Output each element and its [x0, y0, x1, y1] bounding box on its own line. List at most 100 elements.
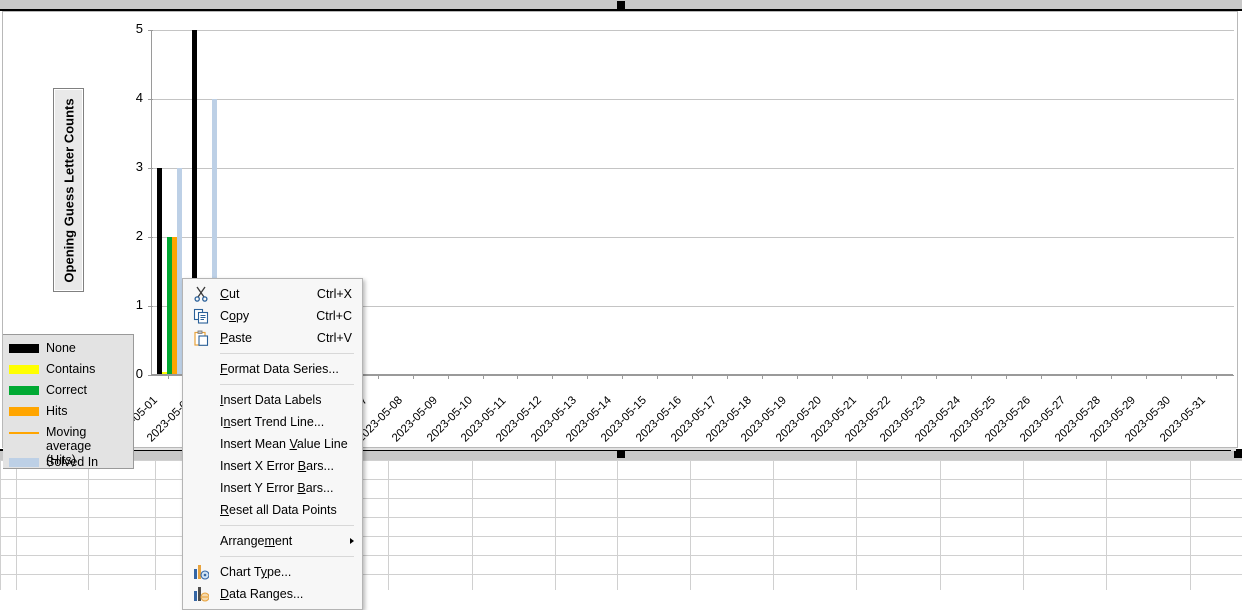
menu-separator [220, 353, 354, 354]
menu-item-shortcut: Ctrl+V [316, 331, 352, 345]
menu-item-label: Insert Y Error Bars... [220, 481, 334, 495]
legend-item-hits[interactable]: Hits [9, 403, 133, 424]
legend-item-moving-average-hits[interactable]: Moving average (Hits) [9, 424, 133, 467]
x-tick-mark-2023-05-25 [1006, 374, 1008, 379]
menu-item-insert-data-labels[interactable]: Insert Data Labels [183, 389, 362, 411]
menu-separator [220, 384, 354, 385]
menu-item-label: Reset all Data Points [220, 503, 337, 517]
x-tick-mark-2023-05-17 [726, 374, 728, 379]
menu-item-shortcut: Ctrl+X [316, 287, 352, 301]
menu-item-insert-mean-value-line[interactable]: Insert Mean Value Line [183, 433, 362, 455]
y-axis-title[interactable]: Opening Guess Letter Counts [53, 88, 84, 292]
x-tick-mark-2023-05-24 [971, 374, 973, 379]
x-tick-mark-2023-05-08 [412, 374, 414, 379]
menu-item-label: Format Data Series... [220, 362, 339, 376]
x-tick-mark-2023-05-10 [482, 374, 484, 379]
x-tick-mark-2023-05-09 [447, 374, 449, 379]
x-tick-mark-2023-05-28 [1110, 374, 1112, 379]
x-tick-mark-2023-05-01 [168, 374, 170, 379]
legend-label: Contains [46, 362, 96, 376]
x-tick-mark-2023-05-20 [831, 374, 833, 379]
data-ranges-icon [193, 586, 210, 603]
legend-key-solved-in-icon [9, 458, 39, 467]
y-axis-title-label: Opening Guess Letter Counts [61, 98, 77, 283]
x-tick-mark-2023-05-14 [622, 374, 624, 379]
y-tick-mark-4 [148, 99, 153, 100]
menu-item-arrangement[interactable]: Arrangement [183, 530, 362, 552]
legend-key-hits-icon [9, 407, 39, 416]
x-tick-mark-2023-05-16 [692, 374, 693, 379]
legend-item-contains[interactable]: Contains [9, 361, 133, 382]
menu-item-label: Insert Mean Value Line [220, 437, 348, 451]
y-tick-mark-5 [148, 30, 153, 31]
legend-item-none[interactable]: None [9, 340, 133, 361]
x-tick-mark-2023-05-12 [552, 374, 554, 379]
x-tick-mark-2023-05-29 [1145, 374, 1147, 379]
y-tick-label-5: 5 [135, 21, 143, 36]
legend-label: None [46, 341, 76, 355]
menu-item-reset-all-data-points[interactable]: Reset all Data Points [183, 499, 362, 521]
menu-separator [220, 525, 354, 526]
gridline-y-4 [152, 99, 1234, 100]
menu-item-paste[interactable]: Paste Ctrl+V [183, 327, 362, 349]
menu-item-label: Data Ranges... [220, 587, 304, 601]
y-tick-label-1: 1 [135, 297, 143, 312]
menu-item-label: Paste [220, 331, 252, 345]
chart-legend[interactable]: None Contains Correct Hits Moving average (Hi… [3, 334, 134, 469]
copy-icon [193, 308, 210, 325]
x-tick-mark-2023-05-26 [1041, 374, 1043, 379]
legend-label: Correct [46, 383, 87, 397]
menu-item-chart-type[interactable]: Chart Type... [183, 561, 362, 583]
menu-item-label: Chart Type... [220, 565, 292, 579]
x-tick-mark-2023-05-30 [1180, 374, 1182, 379]
legend-key-none-icon [9, 344, 39, 353]
menu-item-data-ranges[interactable]: Data Ranges... [183, 583, 362, 605]
menu-item-insert-x-error-bars[interactable]: Insert X Error Bars... [183, 455, 362, 477]
menu-item-insert-trend-line[interactable]: Insert Trend Line... [183, 411, 362, 433]
chevron-right-icon [350, 538, 354, 544]
legend-key-contains-icon [9, 365, 39, 374]
x-tick-mark-2023-05-22 [901, 374, 903, 379]
menu-item-label: Insert X Error Bars... [220, 459, 334, 473]
menu-item-label: Insert Trend Line... [220, 415, 325, 429]
x-tick-mark-2023-05-15 [657, 374, 659, 379]
y-tick-label-2: 2 [135, 228, 143, 243]
resize-handle-top-center[interactable] [617, 1, 625, 9]
legend-key-correct-icon [9, 386, 39, 395]
menu-item-insert-y-error-bars[interactable]: Insert Y Error Bars... [183, 477, 362, 499]
x-tick-mark-2023-05-19 [796, 374, 798, 379]
chart-type-icon [193, 564, 210, 581]
x-tick-mark-2023-05-18 [761, 374, 763, 379]
menu-item-label: Cut [220, 287, 240, 301]
data-series-context-menu[interactable]: Cut Ctrl+X Copy Ctrl+C Paste Ctrl+V Format Dat… [182, 278, 363, 610]
x-tick-mark-2023-05-07 [377, 374, 379, 379]
menu-item-copy[interactable]: Copy Ctrl+C [183, 305, 362, 327]
menu-item-label: Copy [220, 309, 250, 323]
menu-item-shortcut: Ctrl+C [316, 309, 352, 323]
x-tick-mark-2023-05-31 [1215, 374, 1217, 379]
y-tick-mark-2 [148, 237, 153, 238]
paste-icon [193, 330, 210, 347]
legend-item-correct[interactable]: Correct [9, 382, 133, 403]
y-tick-mark-1 [148, 306, 153, 307]
menu-item-format-data-series[interactable]: Format Data Series... [183, 358, 362, 380]
menu-item-cut[interactable]: Cut Ctrl+X [183, 283, 362, 305]
x-tick-mark-2023-05-11 [517, 374, 519, 379]
menu-item-label: Insert Data Labels [220, 393, 322, 407]
gridline-y-5 [152, 30, 1234, 31]
legend-key-moving-average-hits-icon [9, 432, 39, 434]
y-tick-label-4: 4 [135, 90, 143, 105]
x-tick-mark-2023-05-13 [587, 374, 589, 379]
bar-none-2023-05-01[interactable] [156, 168, 162, 375]
gridline-y-2 [152, 237, 1234, 238]
menu-item-label: Arrangement [220, 534, 293, 548]
x-tick-mark-2023-05-21 [866, 374, 868, 379]
legend-label: Hits [46, 404, 68, 418]
x-tick-mark-2023-05-23 [936, 374, 938, 379]
gridline-y-3 [152, 168, 1234, 169]
y-tick-mark-0 [148, 375, 153, 376]
x-tick-mark-2023-05-27 [1075, 374, 1077, 379]
menu-separator [220, 556, 354, 557]
y-tick-label-3: 3 [135, 159, 143, 174]
legend-label: Solved In [46, 455, 99, 469]
